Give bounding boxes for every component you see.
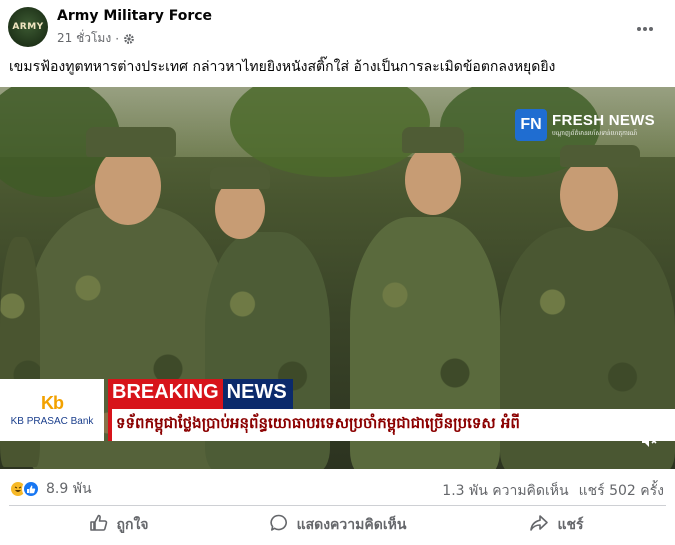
video-person-hat bbox=[210, 167, 270, 189]
video-person-head bbox=[95, 147, 161, 225]
more-options-button[interactable] bbox=[633, 14, 657, 38]
watermark-subtitle: បណ្ដាញព័ត៌មានរហ័សទាន់ហេតុការណ៍ bbox=[551, 130, 638, 137]
post-actions-bar: ถูกใจ แสดงความคิดเห็น แชร์ bbox=[9, 508, 666, 542]
post-video[interactable]: FN FRESH NEWS បណ្ដាញព័ត៌មានរហ័សទាន់ហេតុក… bbox=[0, 87, 675, 469]
bank-name: KB PRASAC Bank bbox=[10, 416, 94, 427]
like-reaction-icon bbox=[22, 480, 40, 498]
video-person-hat bbox=[86, 127, 176, 157]
fresh-news-logo-icon: FN bbox=[514, 109, 547, 141]
comment-button[interactable]: แสดงความคิดเห็น bbox=[228, 508, 447, 542]
volume-button[interactable] bbox=[637, 431, 661, 455]
volume-muted-icon bbox=[640, 432, 658, 454]
thumbs-up-icon bbox=[89, 513, 109, 537]
like-button[interactable]: ถูกใจ bbox=[9, 508, 228, 542]
page-name-link[interactable]: Army Military Force bbox=[57, 8, 212, 24]
share-button[interactable]: แชร์ bbox=[447, 508, 666, 542]
actions-divider bbox=[9, 505, 666, 506]
post-caption: เขมรฟ้องทูตทหารต่างประเทศ กล่าวหาไทยยิงห… bbox=[9, 59, 556, 75]
video-foliage bbox=[230, 87, 430, 177]
engagement-stats: 1.3 พัน ความคิดเห็น แชร์ 502 ครั้ง bbox=[442, 480, 664, 502]
watermark-title: FRESH NEWS bbox=[551, 112, 655, 129]
post-meta: 21 ชั่วโมง · bbox=[57, 29, 135, 48]
page-avatar[interactable]: ARMY bbox=[8, 7, 48, 47]
post-header: ARMY Army Military Force 21 ชั่วโมง · bbox=[0, 0, 675, 52]
comment-count-link[interactable]: 1.3 พัน ความคิดเห็น bbox=[442, 480, 568, 502]
reactions-summary[interactable]: 8.9 พัน bbox=[9, 478, 92, 500]
avatar-text: ARMY bbox=[12, 22, 44, 32]
video-person-head bbox=[560, 159, 618, 231]
post-timestamp[interactable]: 21 ชั่วโมง bbox=[57, 29, 111, 48]
comment-bubble-icon bbox=[269, 513, 289, 537]
settings-gear-icon[interactable] bbox=[123, 33, 135, 45]
share-label: แชร์ bbox=[557, 517, 584, 533]
comment-label: แสดงความคิดเห็น bbox=[296, 517, 407, 533]
share-count-link[interactable]: แชร์ 502 ครั้ง bbox=[579, 480, 664, 502]
video-person-hat bbox=[402, 127, 464, 153]
like-label: ถูกใจ bbox=[116, 517, 149, 533]
news-label: NEWS bbox=[222, 379, 293, 409]
breaking-news-banner: BREAKING NEWS bbox=[108, 379, 293, 409]
more-horizontal-icon bbox=[636, 17, 654, 36]
video-person-head bbox=[405, 145, 461, 215]
ticker-text: ទទ័ពកម្ពុជាថ្លែងប្រាប់អនុព័ន្ធយោធាបរទេសប… bbox=[116, 414, 520, 432]
bank-logo-icon: Kb bbox=[41, 393, 64, 413]
video-person-hat bbox=[560, 145, 640, 167]
meta-separator: · bbox=[115, 31, 120, 46]
reaction-count: 8.9 พัน bbox=[46, 481, 92, 497]
fresh-news-watermark: FN FRESH NEWS បណ្ដាញព័ត៌មានរហ័សទាន់ហេតុក… bbox=[514, 109, 655, 141]
sponsor-bank-box: Kb KB PRASAC Bank bbox=[0, 379, 104, 441]
news-ticker: ទទ័ពកម្ពុជាថ្លែងប្រាប់អនុព័ន្ធយោធាបរទេសប… bbox=[108, 409, 675, 441]
breaking-label: BREAKING bbox=[108, 379, 223, 409]
share-arrow-icon bbox=[529, 513, 549, 537]
